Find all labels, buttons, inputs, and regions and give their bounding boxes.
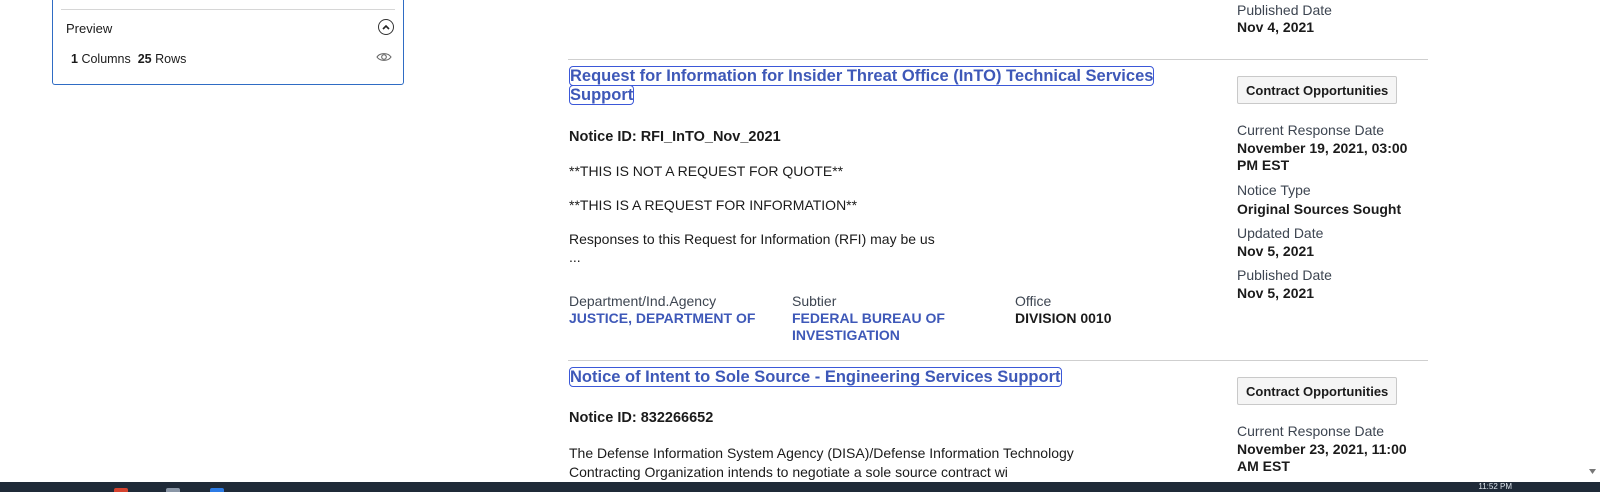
- columns-count: 1: [71, 52, 78, 66]
- preview-title: Preview: [66, 21, 113, 36]
- preview-panel: Preview 1 Columns 25 Rows: [52, 0, 404, 85]
- result-title-link[interactable]: Request for Information for Insider Thre…: [568, 66, 1170, 105]
- updated-date-value: Nov 5, 2021: [1237, 243, 1315, 259]
- taskbar: 11:52 PM: [0, 482, 1600, 492]
- description-line: Responses to this Request for Informatio…: [569, 231, 935, 247]
- response-date-value: November 19, 2021, 03:00 PM EST: [1237, 140, 1407, 174]
- taskbar-clock: 11:52 PM: [1478, 482, 1512, 491]
- result-divider: [568, 59, 1428, 60]
- description-ellipsis: ...: [569, 249, 581, 265]
- office-value: DIVISION 0010: [1015, 310, 1112, 326]
- response-date-line2: PM EST: [1237, 157, 1290, 173]
- rows-count: 25: [137, 52, 152, 66]
- subtier-line2[interactable]: INVESTIGATION: [792, 327, 900, 343]
- description-line: Contracting Organization intends to nego…: [569, 464, 1008, 480]
- result-title-line1[interactable]: Request for Information for Insider Thre…: [568, 66, 1155, 86]
- contract-opportunities-tag[interactable]: Contract Opportunities: [1237, 76, 1398, 104]
- office-label: Office: [1015, 293, 1052, 309]
- response-date-line1: November 19, 2021, 03:00: [1237, 140, 1408, 156]
- taskbar-app-icon[interactable]: [114, 488, 128, 492]
- updated-date-label: Updated Date: [1237, 225, 1324, 241]
- description-line: The Defense Information System Agency (D…: [569, 445, 1074, 461]
- response-date-line2: AM EST: [1237, 458, 1290, 474]
- columns-label: Columns: [81, 52, 131, 66]
- contract-opportunities-tag[interactable]: Contract Opportunities: [1237, 377, 1398, 405]
- collapse-button[interactable]: [378, 19, 394, 35]
- result-title-line2[interactable]: Support: [568, 85, 635, 105]
- result-divider: [568, 360, 1428, 361]
- notice-type-label: Notice Type: [1237, 182, 1311, 198]
- department-link[interactable]: JUSTICE, DEPARTMENT OF: [569, 310, 755, 327]
- response-date-line1: November 23, 2021, 11:00: [1237, 441, 1407, 457]
- response-date-label: Current Response Date: [1237, 122, 1385, 138]
- subtier-link[interactable]: FEDERAL BUREAU OF INVESTIGATION: [792, 310, 945, 344]
- description-line: **THIS IS A REQUEST FOR INFORMATION**: [569, 197, 858, 213]
- taskbar-app-icon[interactable]: [210, 488, 224, 492]
- published-date-label: Published Date: [1237, 2, 1332, 18]
- response-date-value: November 23, 2021, 11:00 AM EST: [1237, 441, 1407, 475]
- subtier-line1[interactable]: FEDERAL BUREAU OF: [792, 310, 945, 326]
- published-date-value: Nov 4, 2021: [1237, 19, 1315, 35]
- result-title[interactable]: Notice of Intent to Sole Source - Engine…: [569, 367, 1062, 387]
- panel-divider: [61, 9, 395, 10]
- published-date-value: Nov 5, 2021: [1237, 285, 1315, 301]
- chevron-up-icon: [382, 24, 390, 30]
- eye-icon[interactable]: [376, 51, 392, 63]
- scroll-down-arrow-icon[interactable]: [1588, 468, 1597, 476]
- published-date-label: Published Date: [1237, 267, 1332, 283]
- preview-stats: 1 Columns 25 Rows: [71, 52, 186, 66]
- notice-id: Notice ID: 832266652: [569, 410, 714, 426]
- result-title-link[interactable]: Notice of Intent to Sole Source - Engine…: [569, 367, 1062, 387]
- rows-label: Rows: [155, 52, 187, 66]
- response-date-label: Current Response Date: [1237, 423, 1385, 439]
- notice-id: Notice ID: RFI_InTO_Nov_2021: [569, 129, 781, 145]
- notice-type-value: Original Sources Sought: [1237, 201, 1402, 217]
- department-label: Department/Ind.Agency: [569, 293, 717, 309]
- subtier-label: Subtier: [792, 293, 837, 309]
- description-line: **THIS IS NOT A REQUEST FOR QUOTE**: [569, 163, 844, 179]
- taskbar-app-icon[interactable]: [166, 488, 180, 492]
